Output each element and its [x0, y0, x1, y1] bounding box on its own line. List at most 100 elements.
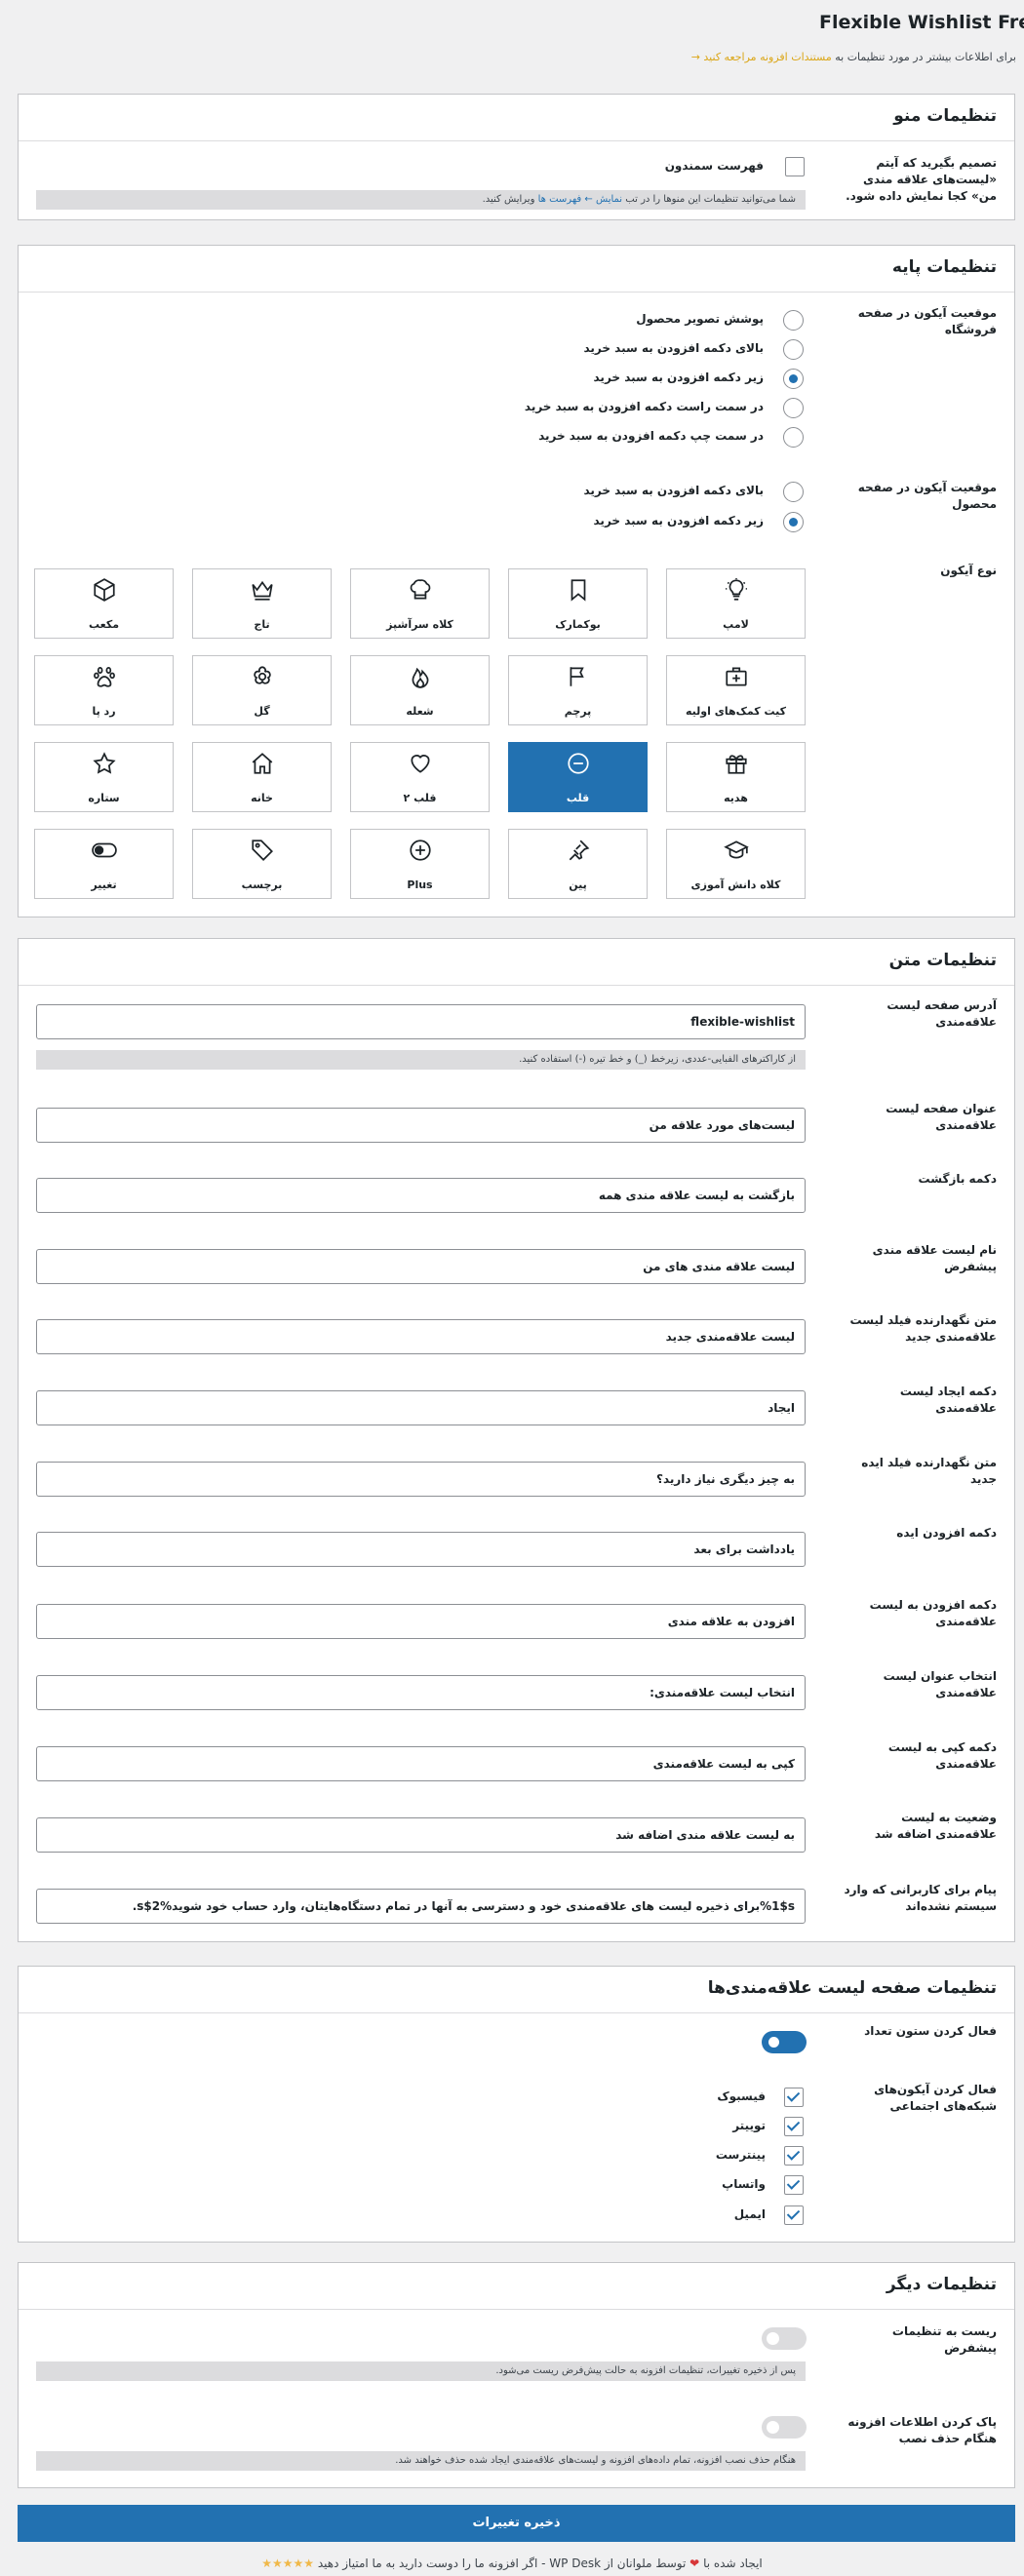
select-wishlist-title-input[interactable]: [36, 1675, 806, 1710]
wishlist-page-settings-title: تنظیمات صفحه لیست علاقه‌مندی‌ها: [707, 1978, 997, 1998]
icon-tile-bulb[interactable]: لامپ: [666, 568, 806, 639]
shop-option-label: در سمت چپ دکمه افزودن به سبد خرید: [538, 429, 764, 443]
icon-tile-heart-2[interactable]: قلب ۲: [350, 742, 490, 812]
icon-tile-label: کیت کمک‌های اولیه: [686, 705, 786, 718]
copy-to-wishlist-button-input[interactable]: [36, 1746, 806, 1781]
field-label: پیام برای کاربرانی که وارد سیستم نشده‌ان…: [844, 1883, 997, 1913]
shop-option-radio[interactable]: [783, 369, 804, 389]
shop-option-radio[interactable]: [783, 339, 804, 360]
field-label: انتخاب عنوان لیست علاقه‌مندی: [883, 1669, 997, 1699]
plus-icon: [410, 839, 431, 861]
shop-option-radio[interactable]: [783, 398, 804, 418]
icon-tile-home[interactable]: خانه: [192, 742, 332, 812]
icon-tile-paw[interactable]: رد پا: [34, 655, 174, 725]
home-icon: [252, 753, 273, 774]
icon-tile-label: لامپ: [723, 618, 749, 631]
social-checkbox-facebook[interactable]: [784, 2088, 804, 2107]
icon-tile-pin[interactable]: پین: [508, 829, 648, 899]
back-button-input[interactable]: [36, 1178, 806, 1213]
icon-tile-graduation-cap[interactable]: کلاه دانش آموزی: [666, 829, 806, 899]
slug-notice: از کاراکترهای الفبایی-عددی، زیرخط (_) و …: [36, 1050, 806, 1070]
field-label: دکمه بازگشت: [918, 1172, 997, 1186]
social-checkbox-pinterest[interactable]: [784, 2146, 804, 2166]
icon-tile-crown[interactable]: تاج: [192, 568, 332, 639]
icon-tile-label: مکعب: [88, 618, 120, 631]
footer-credit-link[interactable]: توسط ملوانان از WP Desk - اگر افزونه ما …: [318, 2556, 686, 2570]
menu-location-label: تصمیم بگیرید که آیتم «لیست‌های علاقه مند…: [846, 156, 997, 203]
shop-option-radio[interactable]: [783, 310, 804, 331]
icon-tile-label: قلب: [566, 792, 590, 804]
new-idea-placeholder-input[interactable]: [36, 1462, 806, 1497]
product-option-radio[interactable]: [783, 512, 804, 532]
shop-option-radio[interactable]: [783, 427, 804, 448]
icon-tile-flower[interactable]: گل: [192, 655, 332, 725]
field-label: دکمه کپی به لیست علاقه‌مندی: [887, 1740, 997, 1771]
menus-link[interactable]: نمایش ← فهرست ها: [538, 194, 622, 205]
field-label: متن نگهدارنده فیلد ایده جدید: [861, 1456, 997, 1486]
graduation-cap-icon: [724, 840, 749, 859]
text-settings-title: تنظیمات متن: [888, 951, 997, 970]
icon-tile-tag[interactable]: برچسب: [192, 829, 332, 899]
add-idea-button-input[interactable]: [36, 1532, 806, 1567]
reset-toggle[interactable]: [762, 2327, 807, 2350]
toggle-icon: [92, 842, 117, 858]
social-icons-label: فعال کردن آیکون‌های شبکه‌های اجتماعی: [874, 2083, 997, 2113]
icon-tile-flame[interactable]: شعله: [350, 655, 490, 725]
product-icon-position-label: موقعیت آیکون در صفحه محصول: [857, 481, 997, 511]
icon-tile-heart-selected[interactable]: قلب: [508, 742, 648, 812]
social-checkbox-email[interactable]: [784, 2205, 804, 2225]
icon-tile-label: هدیه: [724, 792, 748, 804]
flag-icon: [570, 667, 584, 686]
clean-data-toggle[interactable]: [762, 2416, 807, 2439]
gift-icon: [726, 755, 747, 774]
icon-tile-gift[interactable]: هدیه: [666, 742, 806, 812]
icon-tile-plus[interactable]: Plus: [350, 829, 490, 899]
save-changes-button[interactable]: ذخیره تغییرات: [18, 2505, 1015, 2542]
text-settings-card: تنظیمات متن آدرس صفحه لیست علاقه‌مندی از…: [18, 938, 1015, 1942]
icon-tile-label: کلاه دانش آموزی: [690, 878, 781, 891]
icon-tile-label: رد پا: [92, 705, 116, 718]
icon-tile-star[interactable]: ستاره: [34, 742, 174, 812]
product-option-radio[interactable]: [783, 482, 804, 502]
new-wishlist-placeholder-input[interactable]: [36, 1319, 806, 1354]
shop-option-label: بالای دکمه افزودن به سبد خرید: [583, 341, 764, 355]
field-label: دکمه افزودن به لیست علاقه‌مندی: [869, 1598, 997, 1628]
icon-tile-toggle[interactable]: تغییر: [34, 829, 174, 899]
field-label: آدرس صفحه لیست علاقه‌مندی: [886, 998, 997, 1029]
social-checkbox-twitter[interactable]: [784, 2117, 804, 2136]
add-to-wishlist-button-input[interactable]: [36, 1604, 806, 1639]
social-option-label: واتساپ: [722, 2177, 766, 2191]
shop-option-label: پوشش تصویر محصول: [636, 312, 764, 326]
icon-tile-cube[interactable]: مکعب: [34, 568, 174, 639]
icon-tile-flag[interactable]: پرچم: [508, 655, 648, 725]
field-label: متن نگهدارنده فیلد لیست علاقه‌مندی جدید: [849, 1313, 997, 1344]
wishlist-title-input[interactable]: [36, 1108, 806, 1143]
create-wishlist-button-input[interactable]: [36, 1390, 806, 1425]
product-option-label: بالای دکمه افزودن به سبد خرید: [583, 484, 764, 497]
menu-settings-title: تنظیمات منو: [893, 106, 997, 126]
first-aid-kit-icon: [726, 667, 747, 686]
flower-icon: [254, 666, 271, 684]
default-wishlist-name-input[interactable]: [36, 1249, 806, 1284]
wishlist-slug-input[interactable]: [36, 1004, 806, 1039]
heart-icon: ❤: [689, 2556, 700, 2570]
menu-settings-card: تنظیمات منو تصمیم بگیرید که آیتم «لیست‌ه…: [18, 94, 1015, 220]
icon-tile-first-aid[interactable]: کیت کمک‌های اولیه: [666, 655, 806, 725]
settings-page: Flexible Wishlist Free برای اطلاعات بیشت…: [0, 0, 1024, 2576]
rating-stars-icon[interactable]: ★★★★★: [261, 2556, 314, 2570]
menu-notice: شما می‌توانید تنظیمات این منوها را در تب…: [36, 190, 806, 210]
menu-location-checkbox[interactable]: [785, 157, 805, 176]
icon-tile-bookmark[interactable]: بوکمارک: [508, 568, 648, 639]
guest-message-input[interactable]: [36, 1889, 806, 1924]
icon-tile-label: شعله: [406, 705, 434, 718]
other-settings-title: تنظیمات دیگر: [886, 2275, 997, 2294]
icon-type-label: نوع آیکون: [940, 564, 997, 577]
quantity-column-label: فعال کردن ستون تعداد: [864, 2024, 997, 2038]
docs-link[interactable]: مستندات افزونه مراجعه کنید →: [691, 51, 832, 63]
icon-tile-chef-hat[interactable]: کلاه سرآشپز: [350, 568, 490, 639]
added-status-input[interactable]: [36, 1817, 806, 1853]
quantity-column-toggle[interactable]: [762, 2031, 807, 2053]
social-checkbox-whatsapp[interactable]: [784, 2175, 804, 2195]
menu-location-option-label: فهرست سمندون: [664, 159, 764, 173]
icon-tile-label: پرچم: [564, 705, 592, 718]
